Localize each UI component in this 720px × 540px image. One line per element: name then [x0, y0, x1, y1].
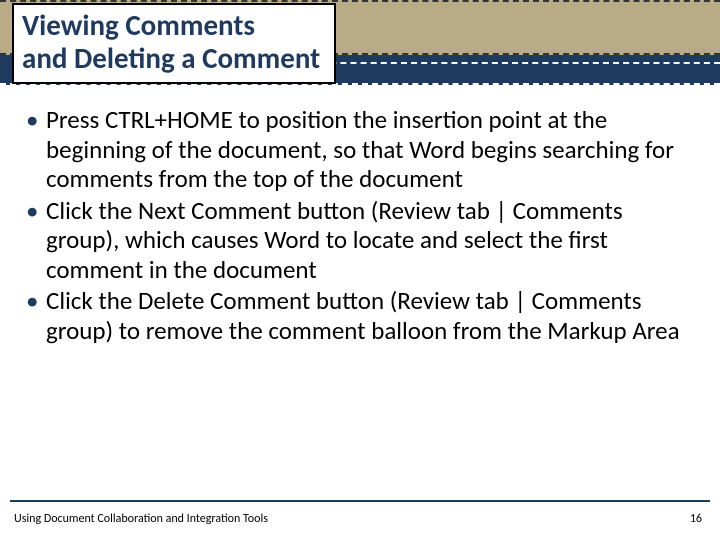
slide-title: Viewing Comments and Deleting a Comment: [22, 9, 320, 76]
slide: Viewing Comments and Deleting a Comment …: [0, 0, 720, 540]
footer-divider: [10, 500, 710, 502]
title-box: Viewing Comments and Deleting a Comment: [12, 3, 336, 84]
page-number: 16: [690, 512, 702, 526]
bullet-list: Press CTRL+HOME to position the insertio…: [20, 105, 700, 345]
navy-band-dashed-line: [300, 62, 720, 64]
list-item: Click the Next Comment button (Review ta…: [20, 196, 700, 285]
content-area: Press CTRL+HOME to position the insertio…: [20, 105, 700, 347]
title-line-1: Viewing Comments: [22, 7, 255, 43]
footer-text: Using Document Collaboration and Integra…: [14, 512, 268, 526]
list-item: Press CTRL+HOME to position the insertio…: [20, 105, 700, 194]
list-item: Click the Delete Comment button (Review …: [20, 286, 700, 345]
title-line-2: and Deleting a Comment: [22, 40, 320, 76]
